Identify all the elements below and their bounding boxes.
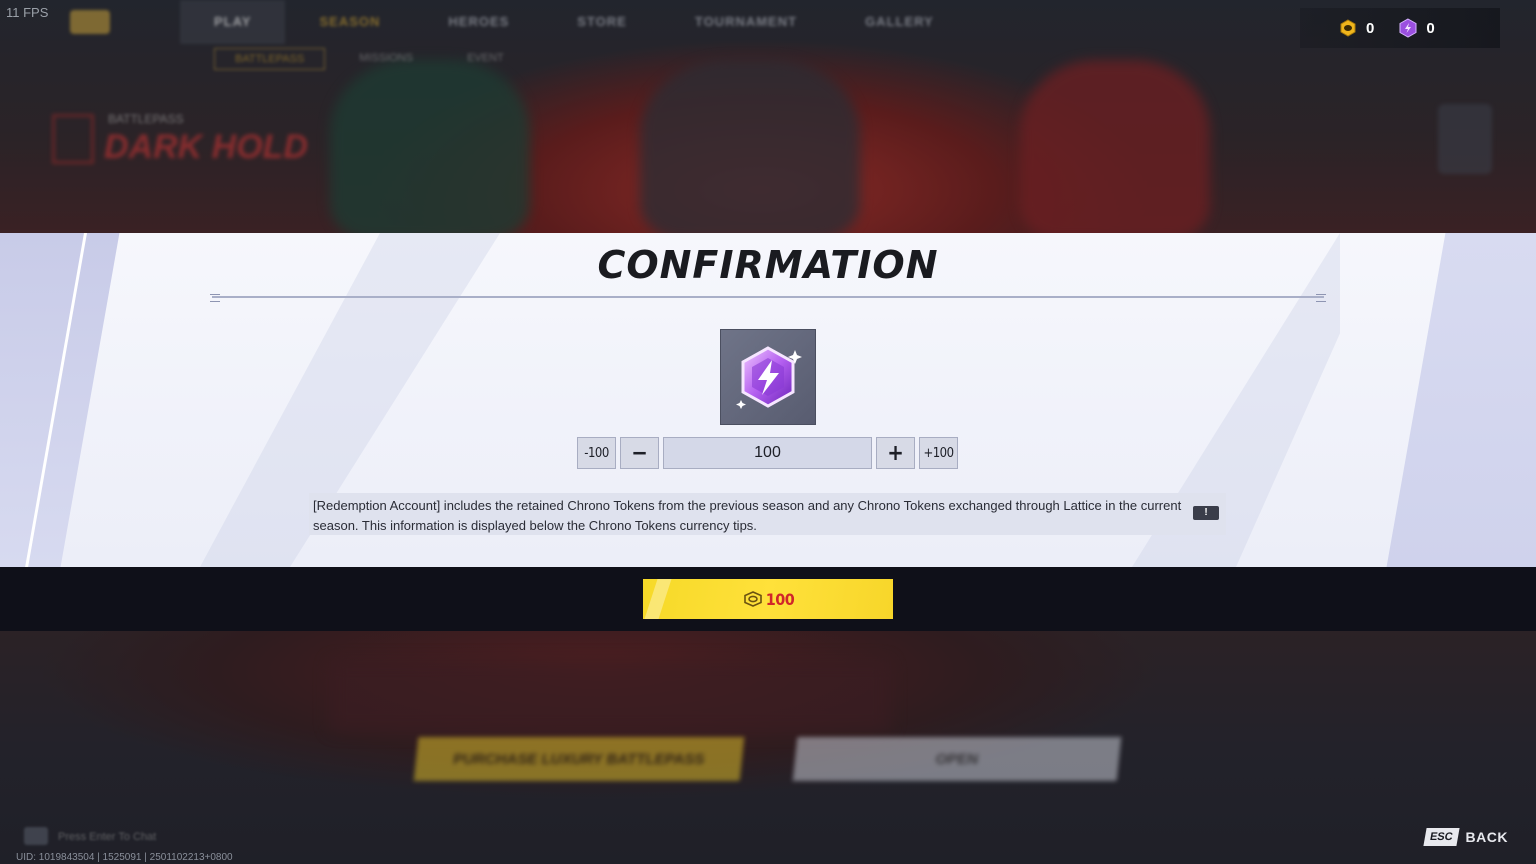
- dialog-title: CONFIRMATION: [597, 243, 939, 287]
- purchase-luxury-battlepass-button[interactable]: PURCHASE LUXURY BATTLEPASS: [413, 737, 745, 781]
- gold-lattice-icon: [743, 591, 762, 607]
- item-preview: [720, 329, 816, 425]
- tab-heroes[interactable]: HEROES: [414, 0, 543, 44]
- chat-hint: Press Enter To Chat: [58, 831, 157, 843]
- game-logo-icon: [70, 10, 110, 34]
- quantity-value[interactable]: 100: [663, 437, 872, 469]
- gold-lattice-icon: [1340, 19, 1356, 37]
- back-label[interactable]: BACK: [1466, 829, 1508, 845]
- chrono-token-icon: [1399, 18, 1417, 38]
- subtab-battlepass[interactable]: BATTLEPASS: [214, 48, 326, 70]
- subtab-missions[interactable]: MISSIONS: [339, 48, 433, 70]
- subtab-event[interactable]: EVENT: [447, 48, 524, 70]
- battlepass-emblem-icon: [52, 114, 94, 164]
- battlepass-reward-icon: [1438, 104, 1492, 174]
- decrease-button[interactable]: −: [620, 437, 659, 469]
- hero-figure-left: [330, 60, 530, 233]
- tab-play[interactable]: PLAY: [180, 0, 286, 44]
- tab-store[interactable]: STORE: [543, 0, 661, 44]
- increase-100-button[interactable]: +100: [919, 437, 958, 469]
- tab-gallery[interactable]: GALLERY: [831, 0, 968, 44]
- chrono-token-icon: [736, 346, 802, 409]
- title-divider: [210, 294, 1326, 302]
- gold-amount: 0: [1366, 19, 1375, 37]
- battlepass-label: BATTLEPASS: [108, 112, 184, 126]
- uid-label: UID: 1019843504 | 1525091 | 2501102213+0…: [16, 852, 233, 863]
- fps-counter: 11 FPS: [6, 5, 49, 20]
- price-amount: 100: [765, 589, 795, 609]
- confirm-bar: 100: [0, 567, 1536, 631]
- redemption-info: [Redemption Account] includes the retain…: [309, 493, 1226, 535]
- chrono-currency[interactable]: 0: [1398, 18, 1435, 38]
- decrease-100-button[interactable]: -100: [577, 437, 616, 469]
- confirm-purchase-button[interactable]: 100: [643, 579, 893, 619]
- gold-currency[interactable]: 0: [1338, 18, 1374, 38]
- confirmation-dialog: CONFIRMATION -100 − 100 + +100 [Redempti…: [0, 233, 1536, 567]
- chrono-amount: 0: [1426, 19, 1435, 37]
- quantity-stepper: -100 − 100 + +100: [577, 437, 958, 469]
- background-footer: PURCHASE LUXURY BATTLEPASS OPEN Press En…: [0, 631, 1536, 864]
- currency-panel: 0 0: [1300, 8, 1500, 48]
- esc-key-badge: ESC: [1423, 828, 1460, 846]
- hero-figure-center: [640, 60, 860, 233]
- chat-icon[interactable]: [24, 827, 48, 845]
- battlepass-title: DARK HOLD: [104, 128, 308, 166]
- season-subnav: BATTLEPASS MISSIONS EVENT: [214, 48, 524, 70]
- increase-button[interactable]: +: [876, 437, 915, 469]
- tab-tournament[interactable]: TOURNAMENT: [661, 0, 831, 44]
- back-control[interactable]: ESC BACK: [1423, 828, 1508, 846]
- city-skyline: [330, 661, 890, 731]
- tab-season[interactable]: SEASON: [285, 0, 414, 44]
- open-button[interactable]: OPEN: [792, 737, 1122, 781]
- top-navigation: PLAY SEASON HEROES STORE TOURNAMENT GALL…: [70, 0, 968, 44]
- redemption-info-text: [Redemption Account] includes the retain…: [313, 498, 1182, 533]
- hero-figure-right: [1020, 60, 1210, 233]
- info-icon[interactable]: !: [1193, 506, 1219, 520]
